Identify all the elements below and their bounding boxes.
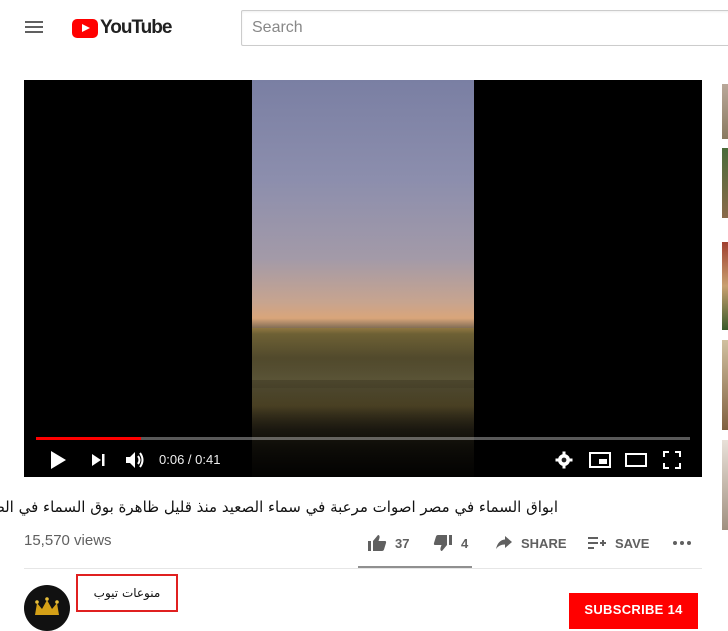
subscribe-label: SUBSCRIBE [584, 602, 664, 617]
share-label: SHARE [521, 535, 567, 551]
save-label: SAVE [615, 535, 650, 551]
channel-avatar[interactable] [24, 585, 70, 631]
fullscreen-button[interactable] [660, 448, 684, 472]
sidebar-thumbnail[interactable] [722, 340, 728, 430]
logo-text: YouTube [100, 17, 172, 38]
menu-icon[interactable] [24, 18, 46, 38]
share-button[interactable]: SHARE [495, 532, 567, 554]
time-display: 0:06 / 0:41 [159, 452, 221, 467]
sidebar-thumbnail[interactable] [722, 84, 728, 139]
subscriber-count: 14 [667, 602, 683, 617]
subscribe-button[interactable]: SUBSCRIBE 14 [569, 593, 698, 629]
crown-icon [35, 597, 59, 615]
dislike-button[interactable]: 4 [433, 532, 468, 554]
settings-icon [555, 451, 573, 469]
mute-button[interactable] [122, 448, 148, 472]
youtube-logo-icon [72, 18, 98, 38]
progress-bar[interactable] [36, 437, 690, 440]
video-player[interactable]: 0:06 / 0:41 [24, 80, 702, 477]
divider [24, 568, 702, 569]
masthead: YouTube [0, 0, 728, 56]
channel-name: منوعات تيوب [93, 586, 161, 600]
miniplayer-icon [589, 452, 611, 468]
dislike-count: 4 [461, 535, 469, 551]
playlist-add-icon [588, 537, 606, 549]
view-count: 15,570 views [24, 532, 112, 549]
youtube-logo[interactable]: YouTube [72, 16, 172, 40]
like-button[interactable]: 37 [367, 532, 409, 554]
sidebar-thumbnail[interactable] [722, 440, 728, 530]
fullscreen-icon [663, 451, 681, 469]
thumbs-down-icon [433, 535, 452, 551]
sidebar-thumbnail[interactable] [722, 148, 728, 218]
miniplayer-button[interactable] [587, 448, 613, 472]
volume-icon [126, 452, 144, 468]
theater-icon [625, 453, 647, 467]
save-button[interactable]: SAVE [587, 532, 649, 554]
play-icon [51, 451, 66, 469]
sidebar-thumbnail[interactable] [722, 242, 728, 330]
like-count: 37 [395, 535, 410, 551]
theater-button[interactable] [623, 448, 649, 472]
search-input[interactable] [241, 10, 728, 46]
play-button[interactable] [46, 448, 70, 472]
channel-name-highlight[interactable]: منوعات تيوب [76, 574, 178, 612]
next-button[interactable] [86, 448, 110, 472]
settings-button[interactable] [552, 448, 576, 472]
share-icon [496, 536, 512, 549]
more-icon [673, 541, 691, 545]
video-title: ابواق السماء في مصر اصوات مرعبة في سماء … [0, 498, 558, 516]
next-icon [92, 454, 105, 466]
thumbs-up-icon [368, 535, 387, 551]
more-actions-button[interactable] [672, 532, 692, 554]
progress-fill [36, 437, 141, 440]
